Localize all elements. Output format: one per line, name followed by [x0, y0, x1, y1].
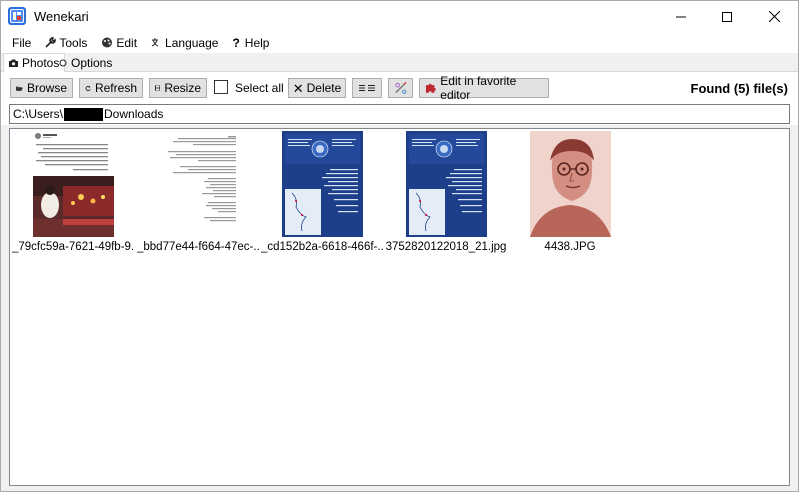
- menu-bar: File Tools Edit Language ? Help: [1, 32, 798, 53]
- path-prefix: C:\Users\: [13, 107, 64, 121]
- refresh-button[interactable]: Refresh: [79, 78, 143, 98]
- app-logo-icon: [8, 7, 26, 25]
- delete-button[interactable]: ✕ Delete: [288, 78, 346, 98]
- edit-favorite-label: Edit in favorite editor: [440, 74, 517, 102]
- resize-button[interactable]: Resize: [149, 78, 207, 98]
- path-suffix: Downloads: [104, 107, 164, 121]
- maximize-button[interactable]: [704, 1, 750, 32]
- menu-tools[interactable]: Tools: [38, 32, 94, 53]
- photo-icon: [9, 59, 18, 67]
- close-button[interactable]: [751, 1, 797, 32]
- browse-label: Browse: [26, 81, 67, 95]
- file-item[interactable]: 3752820122018_21.jpg: [385, 131, 507, 255]
- file-name: 4438.JPG: [544, 241, 596, 253]
- title-bar[interactable]: Wenekari: [1, 1, 798, 32]
- list-view-icon: [359, 85, 375, 91]
- thumbnail-sepia-portrait: [530, 131, 611, 237]
- x-icon: ✕: [292, 80, 304, 96]
- thumbnail-blue-map-poster: [282, 131, 363, 237]
- radio-icon: [59, 59, 67, 67]
- save-icon: [155, 85, 161, 91]
- file-name: _bbd77e44-f664-47ec-...: [137, 241, 259, 253]
- file-item[interactable]: _cd152b2a-6618-466f-...: [261, 131, 383, 255]
- magic-tool-button[interactable]: [388, 78, 413, 98]
- thumbnail-social-post: [33, 131, 114, 237]
- language-icon: [151, 38, 159, 47]
- minimize-icon: [676, 16, 686, 17]
- found-count: Found (5) file(s): [690, 81, 789, 96]
- list-view-button[interactable]: [352, 78, 382, 98]
- edit-favorite-editor-button[interactable]: Edit in favorite editor: [419, 74, 549, 102]
- redacted-username: [64, 107, 104, 121]
- thumbnail-blue-map-poster: [406, 131, 487, 237]
- menu-edit[interactable]: Edit: [94, 32, 144, 53]
- thumbnail-text-document: [158, 131, 239, 237]
- file-item[interactable]: _bbd77e44-f664-47ec-...: [137, 131, 259, 255]
- file-name: 3752820122018_21.jpg: [385, 241, 507, 253]
- file-name: _cd152b2a-6618-466f-...: [261, 241, 383, 253]
- menu-language-label: Language: [165, 35, 219, 50]
- menu-file[interactable]: File: [5, 32, 38, 53]
- wrench-icon: [45, 37, 57, 48]
- puzzle-icon: [425, 83, 436, 93]
- paint-icon: [102, 37, 113, 48]
- menu-language[interactable]: Language: [144, 32, 225, 53]
- tab-strip: Photos Options: [1, 53, 798, 72]
- path-input[interactable]: C:\Users\ Downloads: [9, 104, 790, 124]
- main-window: Wenekari File Tools Edit Language ? Help…: [0, 0, 799, 492]
- file-item[interactable]: 4438.JPG: [509, 131, 631, 255]
- magic-tool-icon: [395, 81, 407, 94]
- maximize-icon: [722, 11, 732, 22]
- tab-options-label: Options: [71, 56, 113, 70]
- menu-help[interactable]: ? Help: [225, 32, 276, 53]
- refresh-label: Refresh: [94, 81, 137, 95]
- close-icon: [768, 11, 780, 22]
- question-icon: ?: [232, 35, 240, 50]
- select-all-checkbox[interactable]: [214, 80, 228, 94]
- minimize-button[interactable]: [658, 1, 704, 32]
- folder-icon: [16, 86, 23, 91]
- file-name: _79cfc59a-7621-49fb-9...: [12, 241, 134, 253]
- menu-file-label: File: [12, 35, 32, 50]
- file-item[interactable]: _79cfc59a-7621-49fb-9...: [12, 131, 134, 255]
- toolbar: Browse Refresh Resize Select all ✕ Delet…: [1, 72, 798, 103]
- menu-edit-label: Edit: [116, 35, 138, 50]
- resize-label: Resize: [164, 81, 201, 95]
- tab-options[interactable]: Options: [54, 54, 117, 72]
- menu-help-label: Help: [244, 35, 270, 50]
- select-all-label[interactable]: Select all: [235, 81, 284, 95]
- file-grid: _79cfc59a-7621-49fb-9... _bbd77e44-f664-…: [9, 128, 790, 486]
- path-bar: C:\Users\ Downloads: [1, 103, 798, 125]
- menu-tools-label: Tools: [59, 35, 88, 50]
- window-title: Wenekari: [34, 9, 89, 24]
- refresh-icon: [85, 85, 91, 91]
- delete-label: Delete: [306, 81, 342, 95]
- browse-button[interactable]: Browse: [10, 78, 73, 98]
